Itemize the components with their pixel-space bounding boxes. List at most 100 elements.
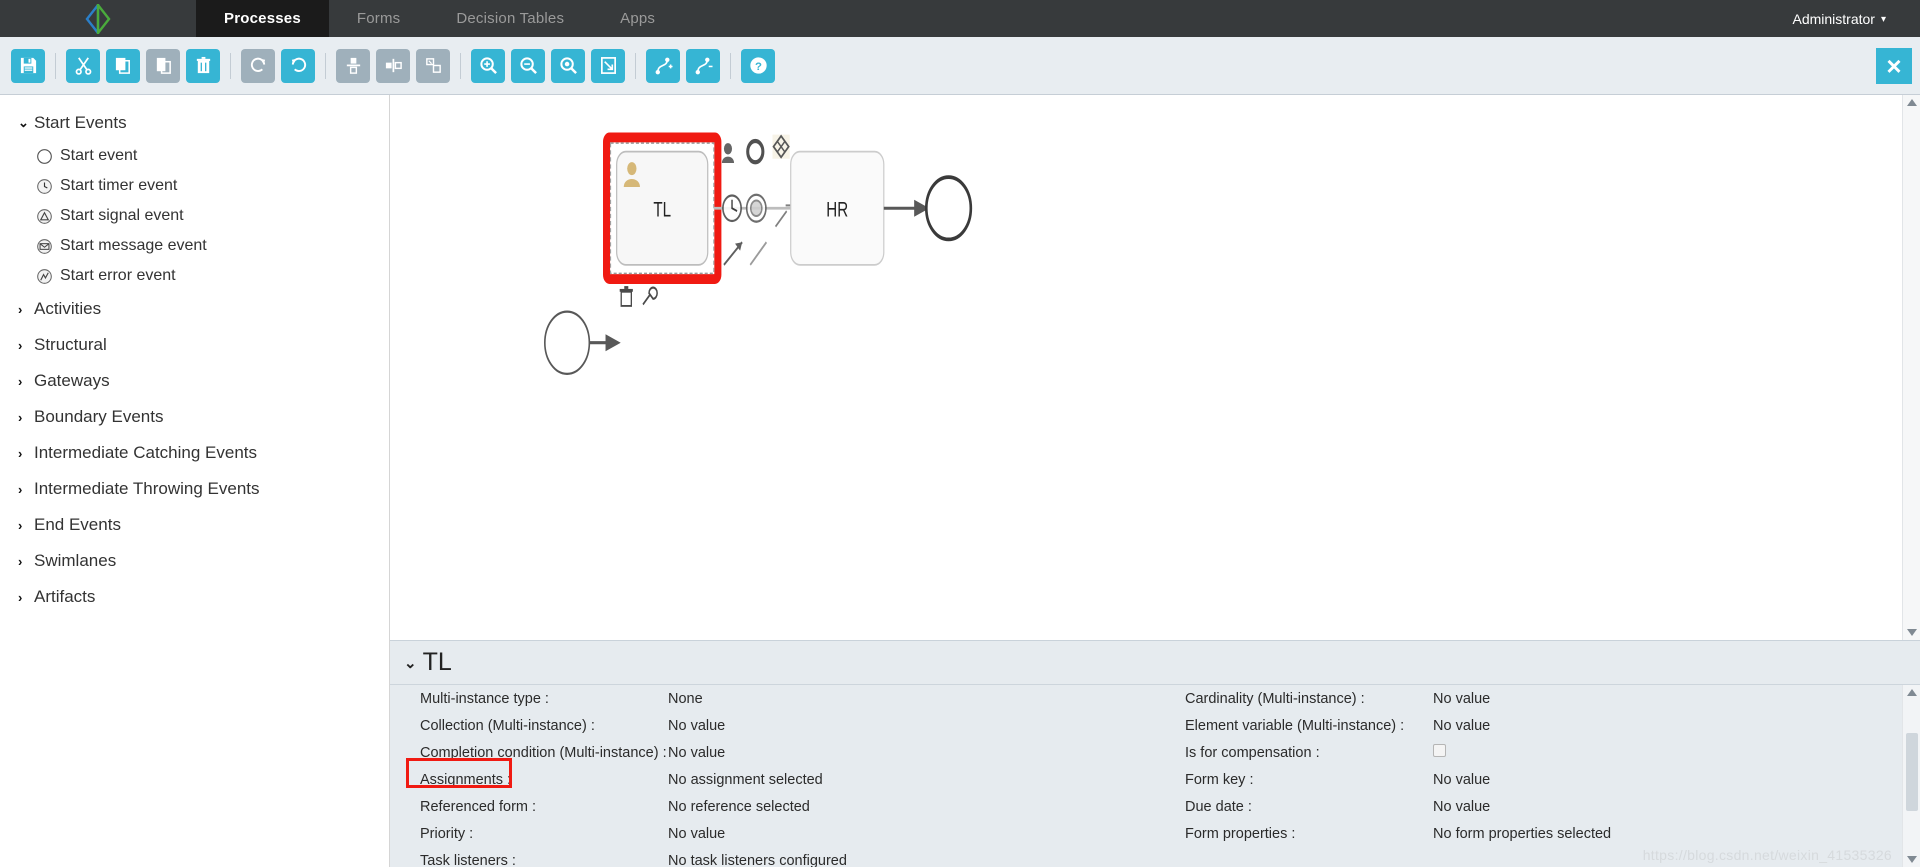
align-vertical-button[interactable] — [336, 48, 370, 83]
palette-group-activities[interactable]: › Activities — [0, 291, 389, 327]
chevron-right-icon: › — [18, 373, 23, 389]
property-value[interactable]: No value — [668, 718, 1155, 734]
property-row[interactable]: Form properties : No form properties sel… — [1155, 820, 1920, 847]
is-for-compensation-checkbox[interactable] — [1433, 744, 1446, 757]
redo-icon — [250, 57, 265, 72]
palette-group-intermediate-catching-events[interactable]: › Intermediate Catching Events — [0, 435, 389, 471]
chevron-right-icon: › — [18, 301, 23, 317]
palette-group-artifacts[interactable]: › Artifacts — [0, 579, 389, 615]
zoom-out-button[interactable] — [511, 48, 545, 83]
property-value[interactable]: None — [668, 691, 1155, 707]
delete-shape-icon — [619, 286, 633, 307]
same-size-button[interactable] — [416, 48, 450, 83]
close-editor-button[interactable]: × — [1876, 48, 1912, 84]
delete-button[interactable] — [186, 48, 220, 83]
palette-item-start-timer-event[interactable]: Start timer event — [0, 171, 389, 201]
property-value[interactable]: No assignment selected — [668, 772, 1155, 788]
property-row[interactable]: Collection (Multi-instance) : No value — [390, 712, 1155, 739]
property-value[interactable]: No reference selected — [668, 799, 1155, 815]
add-bendpoint-button[interactable] — [646, 48, 680, 83]
bpmn-canvas[interactable]: TL HR — [390, 95, 1920, 641]
property-row-assignments[interactable]: Assignments : No assignment selected — [390, 766, 1155, 793]
diamond-logo-icon — [85, 3, 111, 34]
properties-header[interactable]: ⌄ TL — [390, 641, 1920, 685]
quick-timer-icon — [722, 194, 742, 223]
palette-group-gateways[interactable]: › Gateways — [0, 363, 389, 399]
property-label: Form properties : — [1185, 825, 1296, 842]
paste-button[interactable] — [146, 48, 180, 83]
palette-group-intermediate-throwing-events[interactable]: › Intermediate Throwing Events — [0, 471, 389, 507]
property-row[interactable]: Element variable (Multi-instance) : No v… — [1155, 712, 1920, 739]
property-value[interactable]: No task listeners configured — [668, 853, 1155, 867]
remove-bendpoint-icon — [695, 57, 713, 75]
zoom-fit-button[interactable] — [591, 48, 625, 83]
tab-decision-tables[interactable]: Decision Tables — [428, 0, 592, 37]
align-horizontal-button[interactable] — [376, 48, 410, 83]
scroll-down-icon[interactable] — [1906, 629, 1917, 636]
toolbar-separator — [55, 52, 56, 79]
palette-item-start-event[interactable]: Start event — [0, 141, 389, 171]
canvas-vertical-scrollbar[interactable] — [1902, 95, 1920, 640]
palette-group-label: Boundary Events — [34, 407, 164, 426]
quick-wrench-small-icon — [774, 210, 788, 228]
property-label: Priority : — [420, 825, 474, 842]
palette-group-label: Activities — [34, 299, 102, 318]
chevron-down-icon: ⌄ — [404, 654, 417, 672]
property-row-is-for-compensation[interactable]: Is for compensation : — [1155, 739, 1920, 766]
palette-item-start-error-event[interactable]: Start error event — [0, 261, 389, 291]
help-button[interactable]: ? — [741, 48, 775, 83]
palette-item-start-signal-event[interactable]: Start signal event — [0, 201, 389, 231]
scroll-up-icon[interactable] — [1906, 689, 1917, 696]
save-button[interactable] — [11, 48, 45, 83]
scrollbar-thumb[interactable] — [1906, 733, 1918, 811]
palette-group-structural[interactable]: › Structural — [0, 327, 389, 363]
palette-group-label: Start Events — [34, 113, 127, 132]
property-value[interactable]: No value — [1433, 691, 1920, 707]
zoom-out-icon — [519, 57, 537, 74]
timer-icon — [36, 178, 60, 195]
property-row[interactable]: Form key : No value — [1155, 766, 1920, 793]
property-value[interactable]: No value — [668, 745, 1155, 761]
zoom-in-button[interactable] — [471, 48, 505, 83]
property-value[interactable]: No value — [668, 826, 1155, 842]
property-value[interactable]: No value — [1433, 799, 1920, 815]
palette-item-start-message-event[interactable]: Start message event — [0, 231, 389, 261]
property-row[interactable]: Completion condition (Multi-instance) : … — [390, 739, 1155, 766]
property-value[interactable]: No value — [1433, 772, 1920, 788]
property-value[interactable]: No form properties selected — [1433, 826, 1920, 842]
redo-button[interactable] — [241, 48, 275, 83]
palette-group-start-events[interactable]: ⌄ Start Events — [0, 105, 389, 141]
edit-shape-icon — [642, 286, 658, 306]
property-label: Assignments : — [420, 771, 512, 788]
property-value[interactable] — [1433, 744, 1920, 761]
tab-processes[interactable]: Processes — [196, 0, 329, 44]
undo-button[interactable] — [281, 48, 315, 83]
palette-group-boundary-events[interactable]: › Boundary Events — [0, 399, 389, 435]
property-row[interactable]: Cardinality (Multi-instance) : No value — [1155, 685, 1920, 712]
property-value[interactable]: No value — [1433, 718, 1920, 734]
workspace: ⌄ Start Events Start event Start timer e… — [0, 95, 1920, 867]
quick-association-icon — [749, 241, 768, 266]
tab-forms[interactable]: Forms — [329, 0, 429, 37]
task-tl-label: TL — [653, 197, 671, 221]
property-row[interactable]: Task listeners : No task listeners confi… — [390, 847, 1155, 867]
copy-button[interactable] — [106, 48, 140, 83]
property-row[interactable]: Due date : No value — [1155, 793, 1920, 820]
remove-bendpoint-button[interactable] — [686, 48, 720, 83]
cut-button[interactable] — [66, 48, 100, 83]
zoom-actual-button[interactable] — [551, 48, 585, 83]
palette-item-label: Start message event — [60, 237, 207, 254]
scroll-up-icon[interactable] — [1906, 99, 1917, 106]
property-row[interactable]: Multi-instance type : None — [390, 685, 1155, 712]
tab-apps[interactable]: Apps — [592, 0, 683, 37]
palette-group-end-events[interactable]: › End Events — [0, 507, 389, 543]
brand-logo[interactable] — [0, 0, 196, 37]
properties-vertical-scrollbar[interactable] — [1902, 685, 1920, 867]
user-menu[interactable]: Administrator ▾ — [1793, 11, 1887, 27]
palette-group-swimlanes[interactable]: › Swimlanes — [0, 543, 389, 579]
property-row[interactable]: Priority : No value — [390, 820, 1155, 847]
scroll-down-icon[interactable] — [1906, 856, 1917, 863]
property-row[interactable]: Referenced form : No reference selected — [390, 793, 1155, 820]
stencil-palette: ⌄ Start Events Start event Start timer e… — [0, 95, 390, 867]
end-event-node — [924, 175, 973, 242]
